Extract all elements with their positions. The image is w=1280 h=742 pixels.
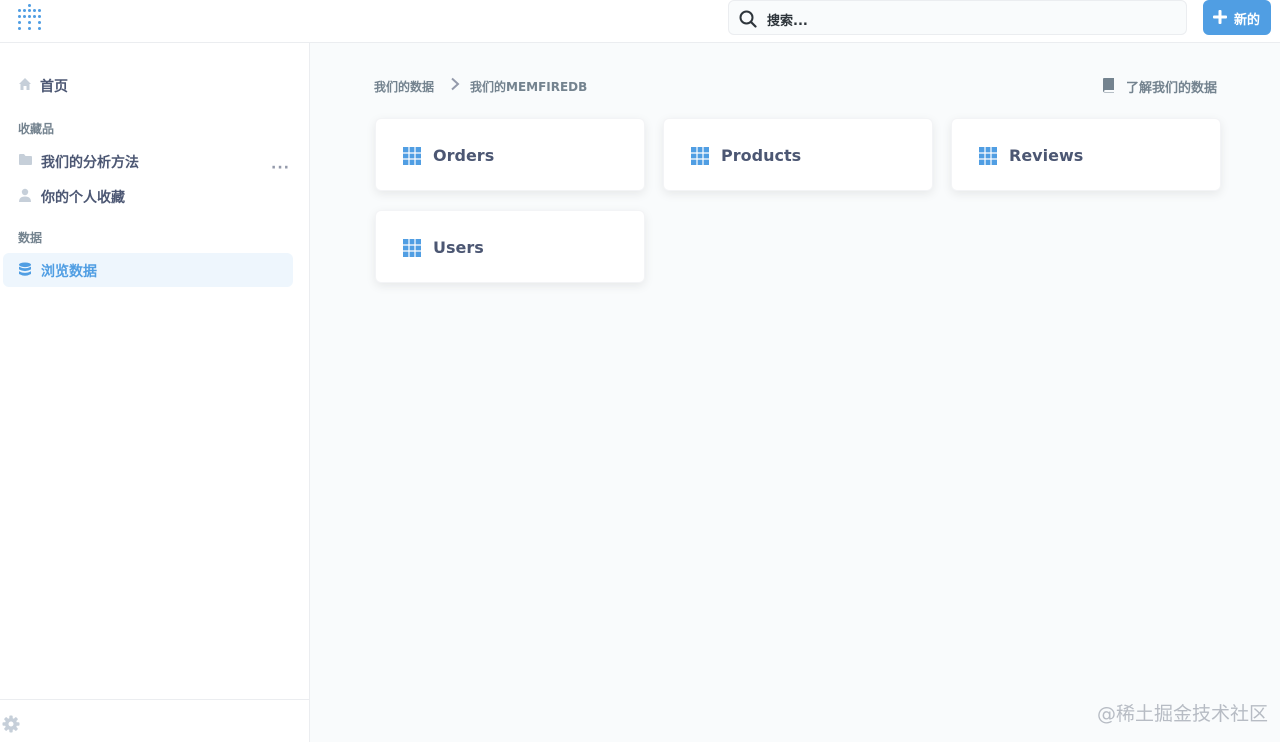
chevron-right-icon — [451, 77, 460, 91]
book-icon — [1103, 78, 1114, 93]
top-bar: 搜索... 新的 — [0, 0, 1280, 43]
table-card-name: Reviews — [1009, 146, 1084, 165]
table-card-products[interactable]: Products — [663, 118, 933, 191]
data-section-title: 数据 — [18, 231, 43, 245]
plus-icon — [1213, 10, 1227, 24]
home-icon — [19, 78, 31, 90]
breadcrumb: 我们的数据 我们的MEMFIREDB — [374, 77, 587, 95]
table-icon — [403, 239, 421, 257]
sidebar-item-label: 我们的分析方法 — [41, 155, 139, 171]
person-icon — [19, 188, 31, 202]
gear-icon[interactable] — [2, 715, 20, 733]
sidebar-item-label: 首页 — [40, 79, 68, 95]
new-button[interactable]: 新的 — [1203, 0, 1271, 35]
database-icon — [19, 262, 31, 276]
sidebar-item-browse-data[interactable]: 浏览数据 — [3, 253, 293, 287]
folder-icon — [19, 154, 32, 165]
table-icon — [403, 147, 421, 165]
favorites-section-title: 收藏品 — [18, 122, 55, 136]
sidebar: 首页 收藏品 ··· 我们的分析方法 你的个人收藏 数据 浏览数据 — [0, 43, 310, 742]
sidebar-item-label: 浏览数据 — [41, 264, 97, 280]
table-card-name: Orders — [433, 146, 495, 165]
sidebar-divider — [0, 699, 309, 700]
sidebar-item-home[interactable]: 首页 — [3, 68, 293, 102]
table-card-name: Users — [433, 238, 484, 257]
search-icon — [739, 10, 757, 28]
metabase-logo[interactable] — [17, 4, 43, 32]
search-placeholder: 搜索... — [767, 14, 808, 29]
table-icon — [691, 147, 709, 165]
breadcrumb-root[interactable]: 我们的数据 — [374, 80, 434, 94]
sidebar-item-label: 你的个人收藏 — [41, 190, 125, 206]
table-card-name: Products — [721, 146, 802, 165]
table-icon — [979, 147, 997, 165]
sidebar-item-personal-collection[interactable]: 你的个人收藏 — [3, 179, 293, 213]
watermark: @稀土掘金技术社区 — [1097, 703, 1269, 725]
table-card-orders[interactable]: Orders — [375, 118, 645, 191]
table-card-users[interactable]: Users — [375, 210, 645, 283]
table-card-reviews[interactable]: Reviews — [951, 118, 1221, 191]
search-input[interactable]: 搜索... — [728, 0, 1187, 35]
new-button-label: 新的 — [1234, 13, 1261, 28]
breadcrumb-current: 我们的MEMFIREDB — [470, 80, 588, 94]
sidebar-item-analysis[interactable]: 我们的分析方法 — [3, 144, 293, 178]
learn-about-data-label: 了解我们的数据 — [1126, 81, 1218, 96]
